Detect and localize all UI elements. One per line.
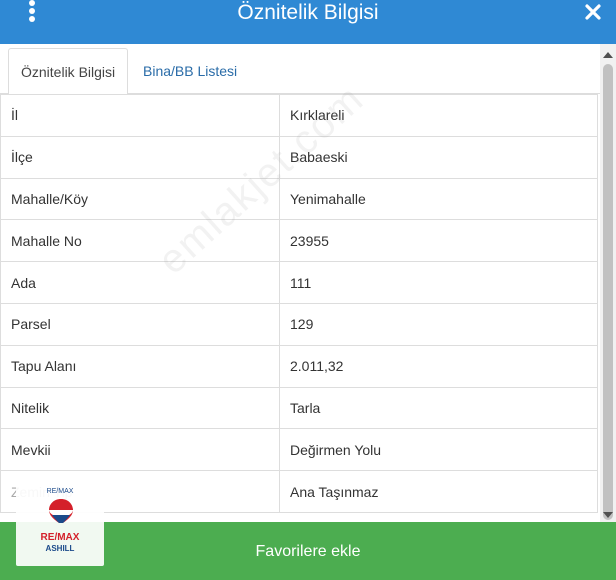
- attribute-table: İl Kırklareli İlçe Babaeski Mahalle/Köy Yenim…: [0, 94, 600, 522]
- logo-brand-text: RE/MAX: [40, 532, 80, 543]
- table-row: İlçe Babaeski: [0, 135, 598, 179]
- table-row: Tapu Alanı 2.011,32: [0, 344, 598, 388]
- attribute-value: Değirmen Yolu: [279, 428, 598, 472]
- attribute-key: Mahalle No: [0, 219, 280, 263]
- scrollbar-thumb[interactable]: [603, 64, 613, 520]
- attribute-value: 111: [279, 261, 598, 304]
- attribute-key: Mahalle/Köy: [0, 177, 280, 221]
- attribute-key: İlçe: [0, 135, 280, 179]
- table-row: Mahalle/Köy Yenimahalle: [0, 177, 598, 221]
- attribute-value: Babaeski: [279, 135, 598, 179]
- logo-top-text: RE/MAX: [46, 488, 74, 495]
- attribute-key: Tapu Alanı: [0, 344, 280, 388]
- attribute-value: Yenimahalle: [279, 177, 598, 221]
- table-row: Mevkii Değirmen Yolu: [0, 428, 598, 472]
- table-row: Nitelik Tarla: [0, 386, 598, 430]
- table-row: Parsel 129: [0, 302, 598, 346]
- tab-oznitelik-bilgisi[interactable]: Öznitelik Bilgisi: [8, 48, 129, 95]
- scrollbar[interactable]: [600, 44, 616, 522]
- table-row: Mahalle No 23955: [0, 219, 598, 263]
- attribute-value: Ana Taşınmaz: [279, 470, 598, 513]
- attribute-key: Parsel: [0, 302, 280, 346]
- attribute-key: Nitelik: [0, 386, 280, 430]
- attribute-value: 129: [279, 302, 598, 346]
- scroll-up-arrow-icon[interactable]: [603, 52, 613, 58]
- attribute-key: Ada: [0, 261, 280, 304]
- table-row: Ada 111: [0, 261, 598, 304]
- dialog-header: Öznitelik Bilgisi: [0, 0, 616, 44]
- tab-bina-bb-listesi[interactable]: Bina/BB Listesi: [131, 48, 249, 94]
- attribute-value: 2.011,32: [279, 344, 598, 388]
- balloon-icon: [49, 499, 73, 523]
- close-icon[interactable]: [584, 3, 602, 21]
- attribute-value: Kırklareli: [279, 94, 598, 137]
- attribute-value: 23955: [279, 219, 598, 263]
- tab-bar: Öznitelik Bilgisi Bina/BB Listesi: [0, 44, 616, 95]
- scroll-down-arrow-icon[interactable]: [603, 512, 613, 518]
- table-row: İl Kırklareli: [0, 94, 598, 137]
- attribute-key: İl: [0, 94, 280, 137]
- logo-office-text: ASHILL: [45, 544, 75, 553]
- remax-logo: RE/MAX RE/MAX ASHILL: [16, 484, 104, 566]
- dialog-title: Öznitelik Bilgisi: [237, 1, 379, 24]
- attribute-key: Mevkii: [0, 428, 280, 472]
- attribute-value: Tarla: [279, 386, 598, 430]
